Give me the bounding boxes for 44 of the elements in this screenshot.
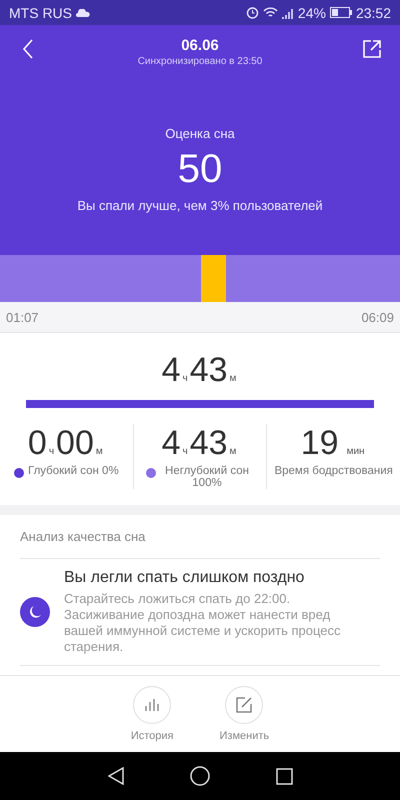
hours-unit: ч	[182, 373, 188, 384]
duration-hours: 4	[162, 351, 180, 390]
end-time: 06:09	[361, 310, 394, 324]
stat-label: Глубокий сон 0%	[28, 465, 119, 477]
share-icon	[362, 40, 381, 58]
home-nav-icon[interactable]	[190, 766, 210, 786]
score-comparison: Вы спали лучше, чем 3% пользователей	[77, 198, 323, 213]
recent-apps-icon[interactable]	[276, 768, 292, 784]
start-time: 01:07	[6, 310, 39, 324]
moon-icon	[20, 597, 50, 627]
minutes-unit: м	[230, 373, 236, 384]
wifi-icon	[262, 6, 278, 18]
duration-minutes: 43	[190, 351, 228, 390]
edit-icon	[236, 697, 252, 713]
cloud-icon	[76, 8, 90, 16]
duration-minutes: 43	[190, 424, 228, 463]
section-title: Анализ качества сна	[20, 515, 380, 559]
advice-text: Старайтесь ложиться спать до 22:00. Засиживание допоздна может нанести вред вашей иммунной системе и ускорить процесс старения.	[64, 591, 342, 655]
duration-hours: 4	[162, 424, 180, 463]
sync-subtitle: Синхронизировано в 23:50	[138, 56, 262, 67]
hours-unit: ч	[182, 446, 188, 457]
date-title: 06.06	[181, 37, 219, 54]
bar-chart-icon	[145, 699, 160, 711]
minutes-unit: м	[230, 446, 236, 457]
stat-label: Неглубокий сон 100%	[164, 465, 250, 489]
signal-icon	[282, 6, 294, 18]
stat-value: 19	[300, 424, 339, 463]
carrier-name: MTS RUS	[9, 4, 72, 20]
minutes-unit: м	[96, 446, 103, 457]
chevron-left-icon	[22, 39, 34, 59]
battery-percent: 24%	[298, 4, 326, 20]
edit-button[interactable]: Изменить	[220, 686, 270, 752]
battery-icon	[330, 7, 352, 18]
back-nav-icon[interactable]	[108, 767, 124, 785]
hours-unit: ч	[48, 446, 54, 457]
advice-heading: Вы легли спать слишком поздно	[64, 569, 306, 587]
stat-unit: мин	[346, 446, 365, 457]
duration-minutes: 00	[56, 424, 94, 463]
clock-time: 23:52	[356, 4, 391, 20]
score-value: 50	[178, 147, 222, 192]
stat-label: Время бодрствования	[274, 465, 393, 477]
score-label: Оценка сна	[165, 126, 235, 141]
alarm-icon	[246, 6, 259, 19]
duration-hours: 0	[28, 424, 47, 463]
